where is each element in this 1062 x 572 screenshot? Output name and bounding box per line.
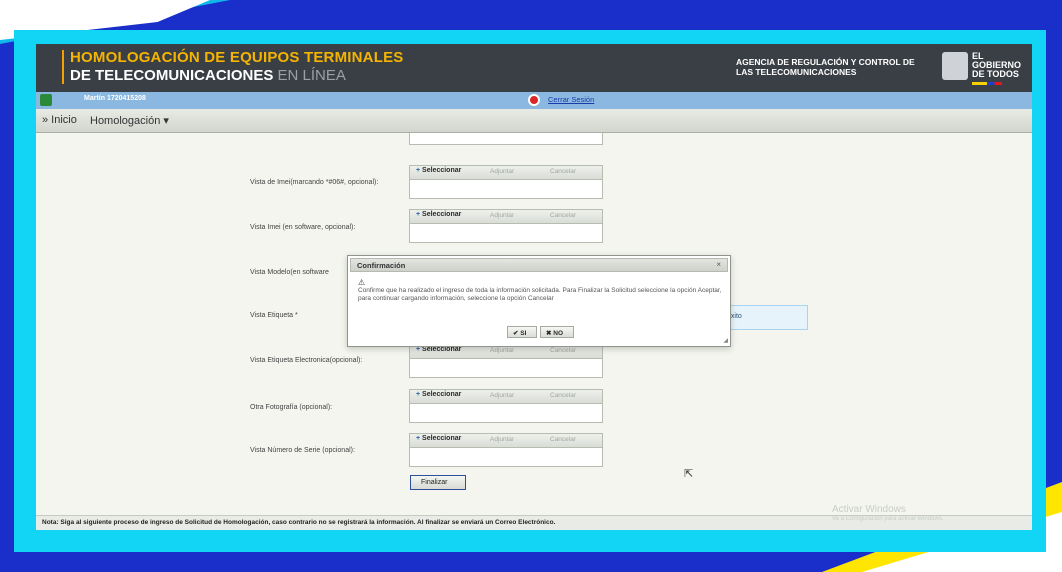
dialog-message: Confirme que ha realizado el ingreso de … (358, 287, 722, 302)
menu-bar: » Inicio Homologación ▾ (36, 109, 1032, 133)
browser-screen: HOMOLOGACIÓN DE EQUIPOS TERMINALES DE TE… (36, 44, 1032, 530)
user-icon (40, 94, 52, 106)
cancel-upload-button[interactable]: Cancelar (550, 436, 576, 443)
select-button[interactable]: + Seleccionar (416, 167, 461, 174)
field-label-etiqueta-electronica: Vista Etiqueta Electronica(opcional): (250, 357, 363, 364)
confirmation-dialog: Confirmación × ⚠ Confirme que ha realiza… (347, 255, 731, 347)
logout-icon[interactable] (528, 94, 540, 106)
upload-toolbar: + Seleccionar Adjuntar Cancelar (409, 433, 603, 448)
government-logo-text: EL GOBIERNO DE TODOS (972, 52, 1021, 79)
menu-item-homologacion[interactable]: Homologación ▾ (90, 114, 169, 127)
header-title-line2-bold: DE TELECOMUNICACIONES (70, 67, 274, 84)
watermark-line2: Ve a Configuración para activar Windows. (832, 516, 944, 522)
field-label-numero-serie: Vista Número de Serie (opcional): (250, 447, 355, 454)
cancel-upload-button[interactable]: Cancelar (550, 392, 576, 399)
select-button[interactable]: + Seleccionar (416, 211, 461, 218)
attach-button[interactable]: Adjuntar (490, 392, 514, 399)
upload-etiqueta-electronica: + Seleccionar Adjuntar Cancelar (409, 344, 603, 378)
header-banner: HOMOLOGACIÓN DE EQUIPOS TERMINALES DE TE… (36, 44, 1032, 92)
user-name: Martín 1720415208 (84, 95, 146, 102)
upload-box-previous[interactable] (409, 133, 603, 145)
government-shield-icon (942, 52, 968, 80)
upload-toolbar: + Seleccionar Adjuntar Cancelar (409, 209, 603, 224)
upload-otra-fotografia: + Seleccionar Adjuntar Cancelar (409, 389, 603, 423)
field-label-imei-code: Vista de Imei(marcando *#06#, opcional): (250, 179, 379, 186)
finalize-button-label: Finalizar (421, 479, 448, 486)
field-label-otra-fotografia: Otra Fotografía (opcional): (250, 404, 333, 411)
upload-toolbar: + Seleccionar Adjuntar Cancelar (409, 165, 603, 180)
header-title-line2: DE TELECOMUNICACIONES EN LÍNEA (70, 67, 346, 84)
upload-imei-code: + Seleccionar Adjuntar Cancelar (409, 165, 603, 199)
logout-link[interactable]: Cerrar Sesión (548, 95, 594, 104)
user-bar: Martín 1720415208 Cerrar Sesión (36, 92, 1032, 109)
watermark-line1: Activar Windows (832, 504, 906, 515)
field-label-imei-software: Vista Imei (en software, opcional): (250, 224, 356, 231)
close-icon[interactable]: × (716, 260, 721, 269)
attach-button[interactable]: Adjuntar (490, 436, 514, 443)
field-label-etiqueta: Vista Etiqueta * (250, 312, 298, 319)
resize-handle-icon[interactable]: ◢ (723, 337, 728, 344)
no-button[interactable]: ✖ NO (540, 326, 574, 338)
field-label-modelo-software: Vista Modelo(en software (250, 269, 329, 276)
attach-button[interactable]: Adjuntar (490, 347, 514, 354)
dialog-title: Confirmación (357, 261, 406, 270)
file-list-box (409, 180, 603, 199)
cancel-upload-button[interactable]: Cancelar (550, 168, 576, 175)
menu-item-inicio[interactable]: » Inicio (42, 114, 77, 126)
file-list-box (409, 448, 603, 467)
dialog-header[interactable]: Confirmación × (350, 258, 728, 272)
flag-stripe (972, 82, 1002, 85)
file-list-box (409, 224, 603, 243)
file-list-box (409, 359, 603, 378)
select-button[interactable]: + Seleccionar (416, 346, 461, 353)
agency-name: AGENCIA DE REGULACIÓN Y CONTROL DE LAS T… (736, 57, 915, 77)
header-title-line2-light: EN LÍNEA (277, 67, 346, 84)
cancel-upload-button[interactable]: Cancelar (550, 347, 576, 354)
warning-icon: ⚠ (358, 278, 366, 287)
finalize-button[interactable]: Finalizar (410, 475, 466, 490)
mouse-cursor-icon: ⇱ (684, 468, 694, 480)
yes-button[interactable]: ✔ SI (507, 326, 537, 338)
attach-button[interactable]: Adjuntar (490, 212, 514, 219)
select-button[interactable]: + Seleccionar (416, 435, 461, 442)
cancel-upload-button[interactable]: Cancelar (550, 212, 576, 219)
title-accent-bar (62, 50, 64, 84)
select-button[interactable]: + Seleccionar (416, 391, 461, 398)
upload-imei-software: + Seleccionar Adjuntar Cancelar (409, 209, 603, 243)
attach-button[interactable]: Adjuntar (490, 168, 514, 175)
note-text: Nota: Siga al siguiente proceso de ingre… (42, 519, 556, 526)
file-list-box (409, 404, 603, 423)
upload-numero-serie: + Seleccionar Adjuntar Cancelar (409, 433, 603, 467)
gov-line3: DE TODOS (972, 69, 1019, 79)
upload-toolbar: + Seleccionar Adjuntar Cancelar (409, 389, 603, 404)
header-title-line1: HOMOLOGACIÓN DE EQUIPOS TERMINALES (70, 49, 404, 66)
windows-activation-watermark: Activar Windows Ve a Configuración para … (832, 504, 943, 522)
